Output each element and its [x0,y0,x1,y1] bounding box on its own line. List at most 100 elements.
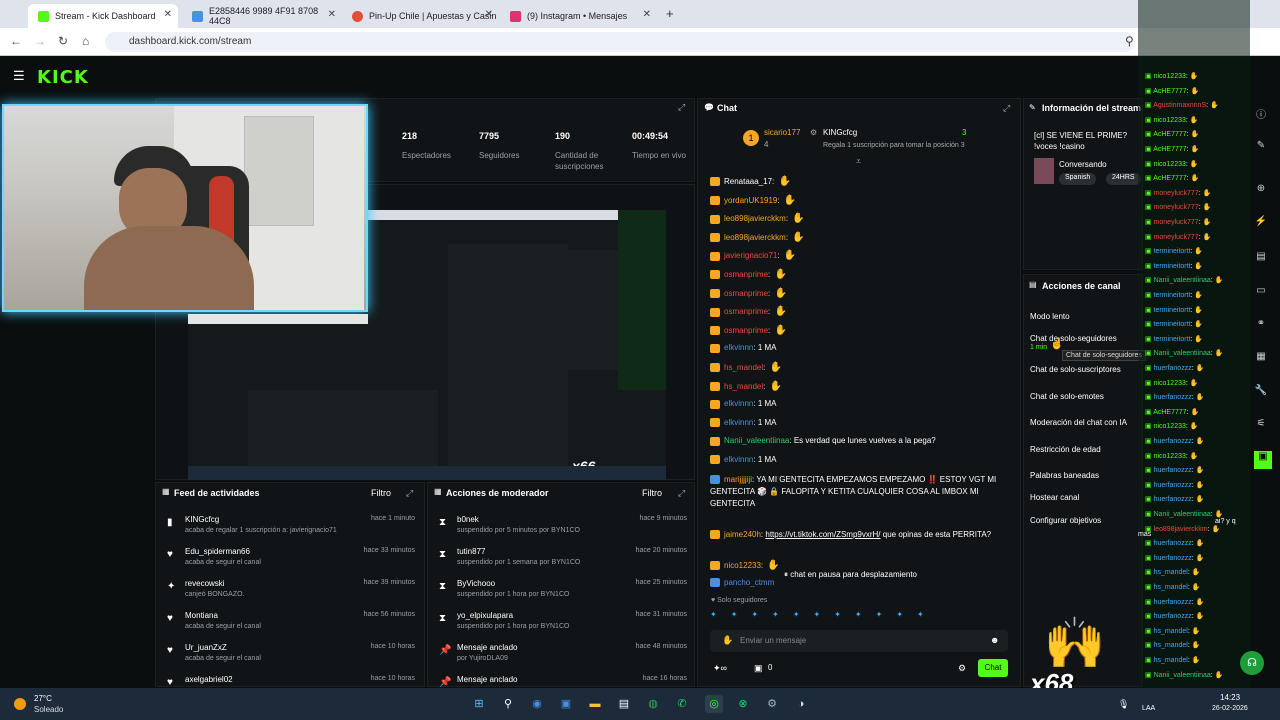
feed-row[interactable]: ⧗ tutin877 suspendido por 1 semana por BYN… [437,547,695,579]
tab-instagram[interactable]: (9) Instagram • Mensajes ✕ [500,4,657,28]
gift-icon[interactable]: ▣ [754,663,763,674]
xbox-icon[interactable]: ⊗ [734,695,752,713]
grid-icon[interactable]: ▦ [1254,351,1268,365]
clock-date[interactable]: 26-02-2026 [1212,705,1248,712]
info-icon[interactable]: ⓘ [1254,106,1268,121]
expand-icon[interactable]: ⤢ [1003,103,1010,114]
feed-username[interactable]: ByVichooo [457,579,495,588]
moderator-filter-button[interactable]: Filtro [642,488,662,498]
feed-row[interactable]: ⧗ yo_elpixulapara suspendido por 1 hora po… [437,611,695,643]
chat-username[interactable]: elkvinnn [724,343,753,352]
chat-username[interactable]: pancho_ctmm [724,578,774,587]
chrome-icon[interactable]: ◎ [705,695,723,713]
chat-username[interactable]: osmanprime [724,289,768,298]
new-tab-button[interactable]: + [666,6,674,21]
feed-username[interactable]: Ur_juanZxZ [185,643,227,652]
close-icon[interactable]: ✕ [164,9,172,20]
close-icon[interactable]: ✕ [643,9,651,20]
feed-username[interactable]: yo_elpixulapara [457,611,513,620]
link-icon[interactable]: ⚭ [1254,318,1268,332]
tag-24hrs[interactable]: 24HRS [1106,173,1141,185]
activity-filter-button[interactable]: Filtro [371,488,391,498]
send-chat-button[interactable]: Chat [978,659,1008,677]
channel-action-item[interactable]: Restricción de edad [1030,445,1101,454]
document-icon[interactable]: ▤ [1254,251,1268,265]
feed-username[interactable]: Edu_spiderman66 [185,547,250,556]
channel-action-item[interactable]: Hostear canal [1030,493,1079,502]
feed-row[interactable]: ▮ KINGcfcg acaba de regalar 1 suscripción … [165,515,423,547]
close-icon[interactable]: ✕ [485,9,493,20]
second-gifter-name[interactable]: KINGcfcg [823,128,857,137]
chat-username[interactable]: leo898javierckkm [724,233,786,242]
tab-pinup[interactable]: Pin-Up Chile | Apuestas y Casin ✕ [342,4,499,28]
feed-row[interactable]: ♥ Edu_spiderman66 acaba de seguir el canal… [165,547,423,579]
pencil-icon[interactable]: ✎ [1029,103,1036,112]
obs-icon[interactable]: ◑ [792,695,810,713]
spotify-icon[interactable]: ◍ [644,695,662,713]
search-icon[interactable]: ⚲ [499,695,517,713]
expand-icon[interactable]: ⤢ [678,102,685,113]
tab-kick-dashboard[interactable]: Stream - Kick Dashboard ✕ [28,4,178,28]
chat-username[interactable]: elkvinnn [724,399,753,408]
tag-spanish[interactable]: Spanish [1059,173,1097,185]
feed-username[interactable]: b0nek [457,515,479,524]
chat-username[interactable]: osmanprime [724,307,768,316]
chat-username[interactable]: jaime240h [724,530,761,539]
chat-paused-banner[interactable]: ⏸ chat en pausa para desplazamiento [778,569,948,583]
reload-icon[interactable]: ↻ [58,34,68,48]
url-field[interactable]: dashboard.kick.com/stream [105,32,1135,52]
feed-row[interactable]: 📌 Mensaje anclado por YujiroDLA09 hace 48 m… [437,643,695,675]
feed-username[interactable]: axelgabriel02 [185,675,233,684]
chat-username[interactable]: Nanii_valeentiinaa [724,436,789,445]
feed-username[interactable]: Mensaje anclado [457,675,517,684]
feed-username[interactable]: Mensaje anclado [457,643,517,652]
share-icon[interactable]: ⚟ [1254,418,1268,432]
chat-username[interactable]: osmanprime [724,270,768,279]
edge-icon[interactable]: ◉ [528,695,546,713]
top-gifter-name[interactable]: sicario177 [764,128,800,137]
feed-row[interactable]: ✦ revecowski canjeó BONGAZO. hace 39 minuto… [165,579,423,611]
bolt-icon[interactable]: ⚡ [1254,216,1268,230]
feed-row[interactable]: ♥ Ur_juanZxZ acaba de seguir el canal hace … [165,643,423,675]
channel-action-item[interactable]: Palabras baneadas [1030,471,1099,480]
settings-icon[interactable]: ⚙ [958,663,966,674]
expand-icon[interactable]: ⤢ [406,488,413,499]
channel-action-item[interactable]: Modo lento [1030,312,1070,321]
target-icon[interactable]: ⊕ [1254,183,1268,197]
menu-icon[interactable]: ☰ [13,68,25,84]
chat-input[interactable]: ✋ Enviar un mensaje ☻ [710,630,1008,652]
channel-action-item[interactable]: Chat de solo-emotes [1030,392,1104,401]
notepad-icon[interactable]: ▤ [615,695,633,713]
chat-username[interactable]: yordanUK1919 [724,196,777,205]
chat-username[interactable]: nico12233 [724,561,761,570]
chat-username[interactable]: marijjjjiji [724,475,752,484]
back-icon[interactable]: ← [10,34,22,48]
language-indicator[interactable]: LAA [1142,705,1155,712]
wrench-icon[interactable]: 🔧 [1254,385,1268,399]
chat-link[interactable]: https://vt.tiktok.com/ZSmp9vxrH/ [765,530,880,539]
steam-icon[interactable]: ⚙ [763,695,781,713]
chat-username[interactable]: javierignacio71 [724,251,777,260]
chat-username[interactable]: leo898javierckkm [724,214,786,223]
folder-icon[interactable]: ▬ [586,695,604,713]
channel-action-item[interactable]: Configurar objetivos [1030,516,1101,525]
feed-username[interactable]: revecowski [185,579,225,588]
expand-icon[interactable]: ⤢ [678,488,685,499]
feed-row[interactable]: ⧗ ByVichooo suspendido por 1 hora por BYN1… [437,579,695,611]
close-icon[interactable]: ✕ [328,9,336,20]
chat-username[interactable]: hs_mandel [724,363,763,372]
chat-username[interactable]: osmanprime [724,326,768,335]
stream-category[interactable]: Conversando [1059,160,1107,169]
kick-logo[interactable]: KICK [37,67,89,88]
feed-username[interactable]: tutin877 [457,547,485,556]
channel-action-item[interactable]: Moderación del chat con IA [1030,418,1127,427]
support-icon[interactable]: ☊ [1240,651,1264,675]
chat-bubble-icon[interactable]: ▭ [1254,285,1268,299]
channel-action-item[interactable]: Chat de solo-seguidores [1030,334,1117,343]
feed-username[interactable]: KINGcfcg [185,515,219,524]
mic-icon[interactable]: 🎙 [1118,699,1129,710]
feed-row[interactable]: ♥ Montiana acaba de seguir el canal hace 56… [165,611,423,643]
feed-username[interactable]: Montiana [185,611,218,620]
chat-username[interactable]: elkvinnn [724,455,753,464]
green-app-icon[interactable]: ▣ [1254,451,1272,469]
